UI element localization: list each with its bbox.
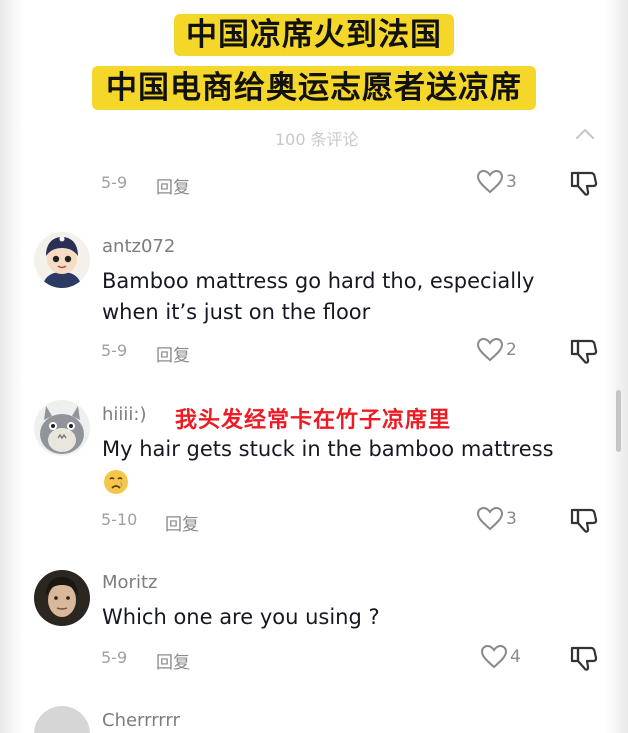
comment-username[interactable]: Moritz bbox=[102, 572, 157, 593]
heart-outline-icon bbox=[476, 337, 504, 362]
thumbs-down-icon[interactable] bbox=[569, 505, 599, 535]
reply-button[interactable]: 回复 bbox=[156, 648, 190, 673]
comment-username[interactable]: hiiii:) bbox=[102, 404, 147, 425]
like-button[interactable]: 4 bbox=[480, 644, 521, 670]
avatar[interactable] bbox=[34, 570, 90, 626]
comment-date: 5-9 bbox=[101, 648, 128, 667]
thumbs-down-icon[interactable] bbox=[569, 336, 599, 366]
like-count: 2 bbox=[506, 340, 517, 360]
like-count: 3 bbox=[506, 509, 517, 529]
like-button[interactable]: 3 bbox=[476, 506, 517, 532]
reply-button[interactable]: 回复 bbox=[156, 173, 190, 198]
avatar[interactable] bbox=[34, 400, 90, 456]
comment-count: 100 条评论 bbox=[275, 130, 359, 149]
comment-username[interactable]: Cherrrrrr bbox=[102, 710, 180, 731]
totoro-avatar-icon bbox=[34, 400, 90, 456]
translation-annotation: 我头发经常卡在竹子凉席里 bbox=[175, 408, 452, 433]
comment-text: Bamboo mattress go hard tho, especially … bbox=[102, 269, 535, 324]
comment-date: 5-10 bbox=[101, 510, 138, 529]
like-count: 4 bbox=[510, 647, 521, 667]
avatar[interactable] bbox=[34, 232, 90, 288]
reply-button[interactable]: 回复 bbox=[165, 510, 199, 535]
chevron-up-icon[interactable] bbox=[574, 126, 596, 140]
reply-button[interactable]: 回复 bbox=[156, 341, 190, 366]
thumbs-down-icon[interactable] bbox=[569, 168, 599, 198]
crying-face-emoji-icon bbox=[104, 470, 128, 494]
headline-overlay-1: 中国凉席火到法国 bbox=[174, 14, 454, 56]
heart-outline-icon bbox=[480, 644, 508, 669]
photo-avatar-icon bbox=[34, 570, 90, 626]
avatar[interactable] bbox=[34, 706, 90, 733]
like-button[interactable]: 2 bbox=[476, 337, 517, 363]
cartoon-avatar-icon bbox=[34, 232, 90, 288]
thumbs-down-icon[interactable] bbox=[569, 643, 599, 673]
comment-text: My hair gets stuck in the bamboo mattres… bbox=[102, 437, 554, 461]
headline-overlay-2: 中国电商给奥运志愿者送凉席 bbox=[92, 66, 536, 110]
comment-date: 5-9 bbox=[101, 173, 128, 192]
comment-panel: 中国凉席火到法国 中国电商给奥运志愿者送凉席 100 条评论 5-9 回复 3 bbox=[0, 0, 628, 733]
like-count: 3 bbox=[506, 172, 517, 192]
comments-header: 100 条评论 bbox=[0, 124, 628, 149]
scrollbar[interactable] bbox=[616, 390, 621, 452]
like-button[interactable]: 3 bbox=[476, 169, 517, 195]
heart-outline-icon bbox=[476, 169, 504, 194]
comment-date: 5-9 bbox=[101, 341, 128, 360]
comment-text: Which one are you using ? bbox=[102, 605, 380, 629]
comment-username[interactable]: antz072 bbox=[102, 236, 175, 257]
heart-outline-icon bbox=[476, 506, 504, 531]
